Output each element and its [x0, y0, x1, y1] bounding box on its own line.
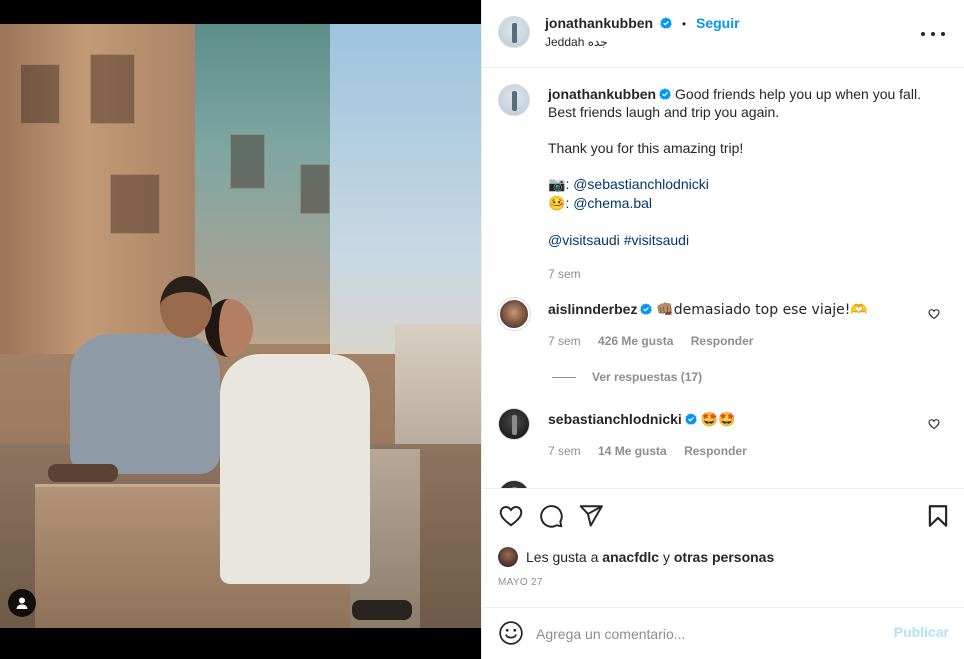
photo-window	[90, 54, 135, 124]
post-photo[interactable]	[0, 24, 481, 628]
photo-person-woman	[220, 354, 370, 584]
liker-avatar[interactable]	[498, 547, 518, 567]
comment-input[interactable]	[536, 624, 866, 644]
comment-item: sebastianchlodnicki 🤩🤩 7 sem 14 Me gusta…	[498, 408, 948, 478]
user-tag-icon	[16, 597, 28, 609]
header-separator: •	[681, 17, 687, 31]
comment-avatar-partial[interactable]	[498, 480, 530, 488]
post-header: jonathankubben • Seguir Jeddah جده	[482, 0, 964, 68]
credit-separator: :	[565, 176, 570, 192]
comment-like-heart-icon[interactable]	[928, 308, 940, 320]
comment-time[interactable]: 7 sem	[548, 444, 581, 458]
author-username[interactable]: jonathankubben	[545, 15, 653, 31]
credit-separator: :	[565, 195, 570, 211]
photo-window	[110, 174, 160, 234]
likes-others-link[interactable]: otras personas	[674, 549, 774, 565]
credit-link-second[interactable]: @chema.bal	[573, 195, 652, 211]
comment-icon[interactable]	[538, 503, 564, 529]
emoji-icon[interactable]	[498, 620, 524, 646]
caption-line: Thank you for this amazing trip!	[548, 140, 744, 156]
photo-window	[300, 164, 330, 214]
likes-joiner: y	[662, 549, 670, 565]
post-media[interactable]	[0, 0, 481, 659]
post-location[interactable]: Jeddah جده	[545, 35, 740, 49]
comment-meta: 7 sem 14 Me gusta Responder	[548, 444, 761, 458]
publish-button[interactable]: Publicar	[894, 624, 949, 640]
follow-button[interactable]: Seguir	[696, 15, 740, 31]
caption-time[interactable]: 7 sem	[548, 265, 938, 283]
author-info: jonathankubben • Seguir Jeddah جده	[545, 15, 740, 49]
photo-sandals	[352, 600, 412, 620]
more-options-icon[interactable]	[921, 24, 945, 44]
verified-badge-icon	[640, 303, 653, 315]
replies-line	[552, 376, 576, 378]
hashtag-link[interactable]: #visitsaudi	[624, 232, 689, 248]
comment-text: sebastianchlodnicki 🤩🤩	[548, 410, 898, 429]
verified-badge-icon	[660, 17, 672, 29]
comment-body: 🤩🤩	[700, 412, 736, 428]
liker-username[interactable]: anacfdlc	[602, 549, 659, 565]
verified-badge-icon	[659, 88, 671, 100]
comments-scroll-area[interactable]: jonathankubben Good friends help you up …	[482, 68, 964, 488]
photo-person-man-head	[160, 276, 212, 338]
photo-person-man	[70, 334, 220, 474]
share-icon[interactable]	[578, 503, 604, 529]
view-replies-button[interactable]: Ver respuestas (17)	[552, 370, 702, 384]
caption-author-avatar[interactable]	[498, 84, 530, 116]
comment-text: aislinnderbez 👊🏽demasiado top ese viaje!…	[548, 300, 898, 319]
comment-meta: 7 sem 426 Me gusta Responder	[548, 334, 767, 348]
comment-time[interactable]: 7 sem	[548, 334, 581, 348]
likes-summary: Les gusta a anacfdlc y otras personas	[498, 547, 774, 567]
comment-likes[interactable]: 14 Me gusta	[598, 444, 667, 458]
author-avatar[interactable]	[498, 16, 530, 48]
caption-text: jonathankubben Good friends help you up …	[548, 85, 938, 283]
face-emoji: 🤒	[548, 196, 566, 212]
camera-emoji: 📷	[548, 177, 566, 193]
post-date[interactable]: MAYO 27	[498, 577, 543, 588]
comment-avatar[interactable]	[498, 408, 530, 440]
mention-link[interactable]: @visitsaudi	[548, 232, 620, 248]
caption-username[interactable]: jonathankubben	[548, 86, 656, 102]
likes-prefix: Les gusta a	[526, 549, 599, 565]
photo-person-woman-head	[205, 299, 253, 357]
photo-window	[230, 134, 265, 189]
comment-username[interactable]: aislinnderbez	[548, 301, 637, 317]
user-tag-button[interactable]	[8, 589, 36, 617]
post-actions: Les gusta a anacfdlc y otras personas MA…	[482, 488, 964, 608]
comment-likes[interactable]: 426 Me gusta	[598, 334, 673, 348]
comment-username[interactable]: sebastianchlodnicki	[548, 411, 682, 427]
caption-line: Best friends laugh and trip you again.	[548, 104, 780, 120]
photo-sky	[330, 24, 481, 354]
reply-button[interactable]: Responder	[684, 444, 747, 458]
reply-button[interactable]: Responder	[691, 334, 754, 348]
photo-sandals	[48, 464, 118, 482]
heart-icon[interactable]	[498, 503, 524, 529]
view-replies-label: Ver respuestas (17)	[592, 370, 703, 384]
comment-avatar[interactable]	[498, 298, 530, 330]
comment-like-heart-icon[interactable]	[928, 418, 940, 430]
credit-link-photographer[interactable]: @sebastianchlodnicki	[573, 176, 709, 192]
post-side-panel: jonathankubben • Seguir Jeddah جده jonat…	[481, 0, 964, 659]
comment-body: 👊🏽demasiado top ese viaje!🫶	[656, 302, 868, 318]
bookmark-icon[interactable]	[925, 503, 951, 529]
comment-composer: Publicar	[482, 607, 964, 659]
verified-badge-icon	[685, 413, 697, 425]
photo-window	[20, 64, 60, 124]
caption-line: Good friends help you up when you fall.	[675, 86, 921, 102]
